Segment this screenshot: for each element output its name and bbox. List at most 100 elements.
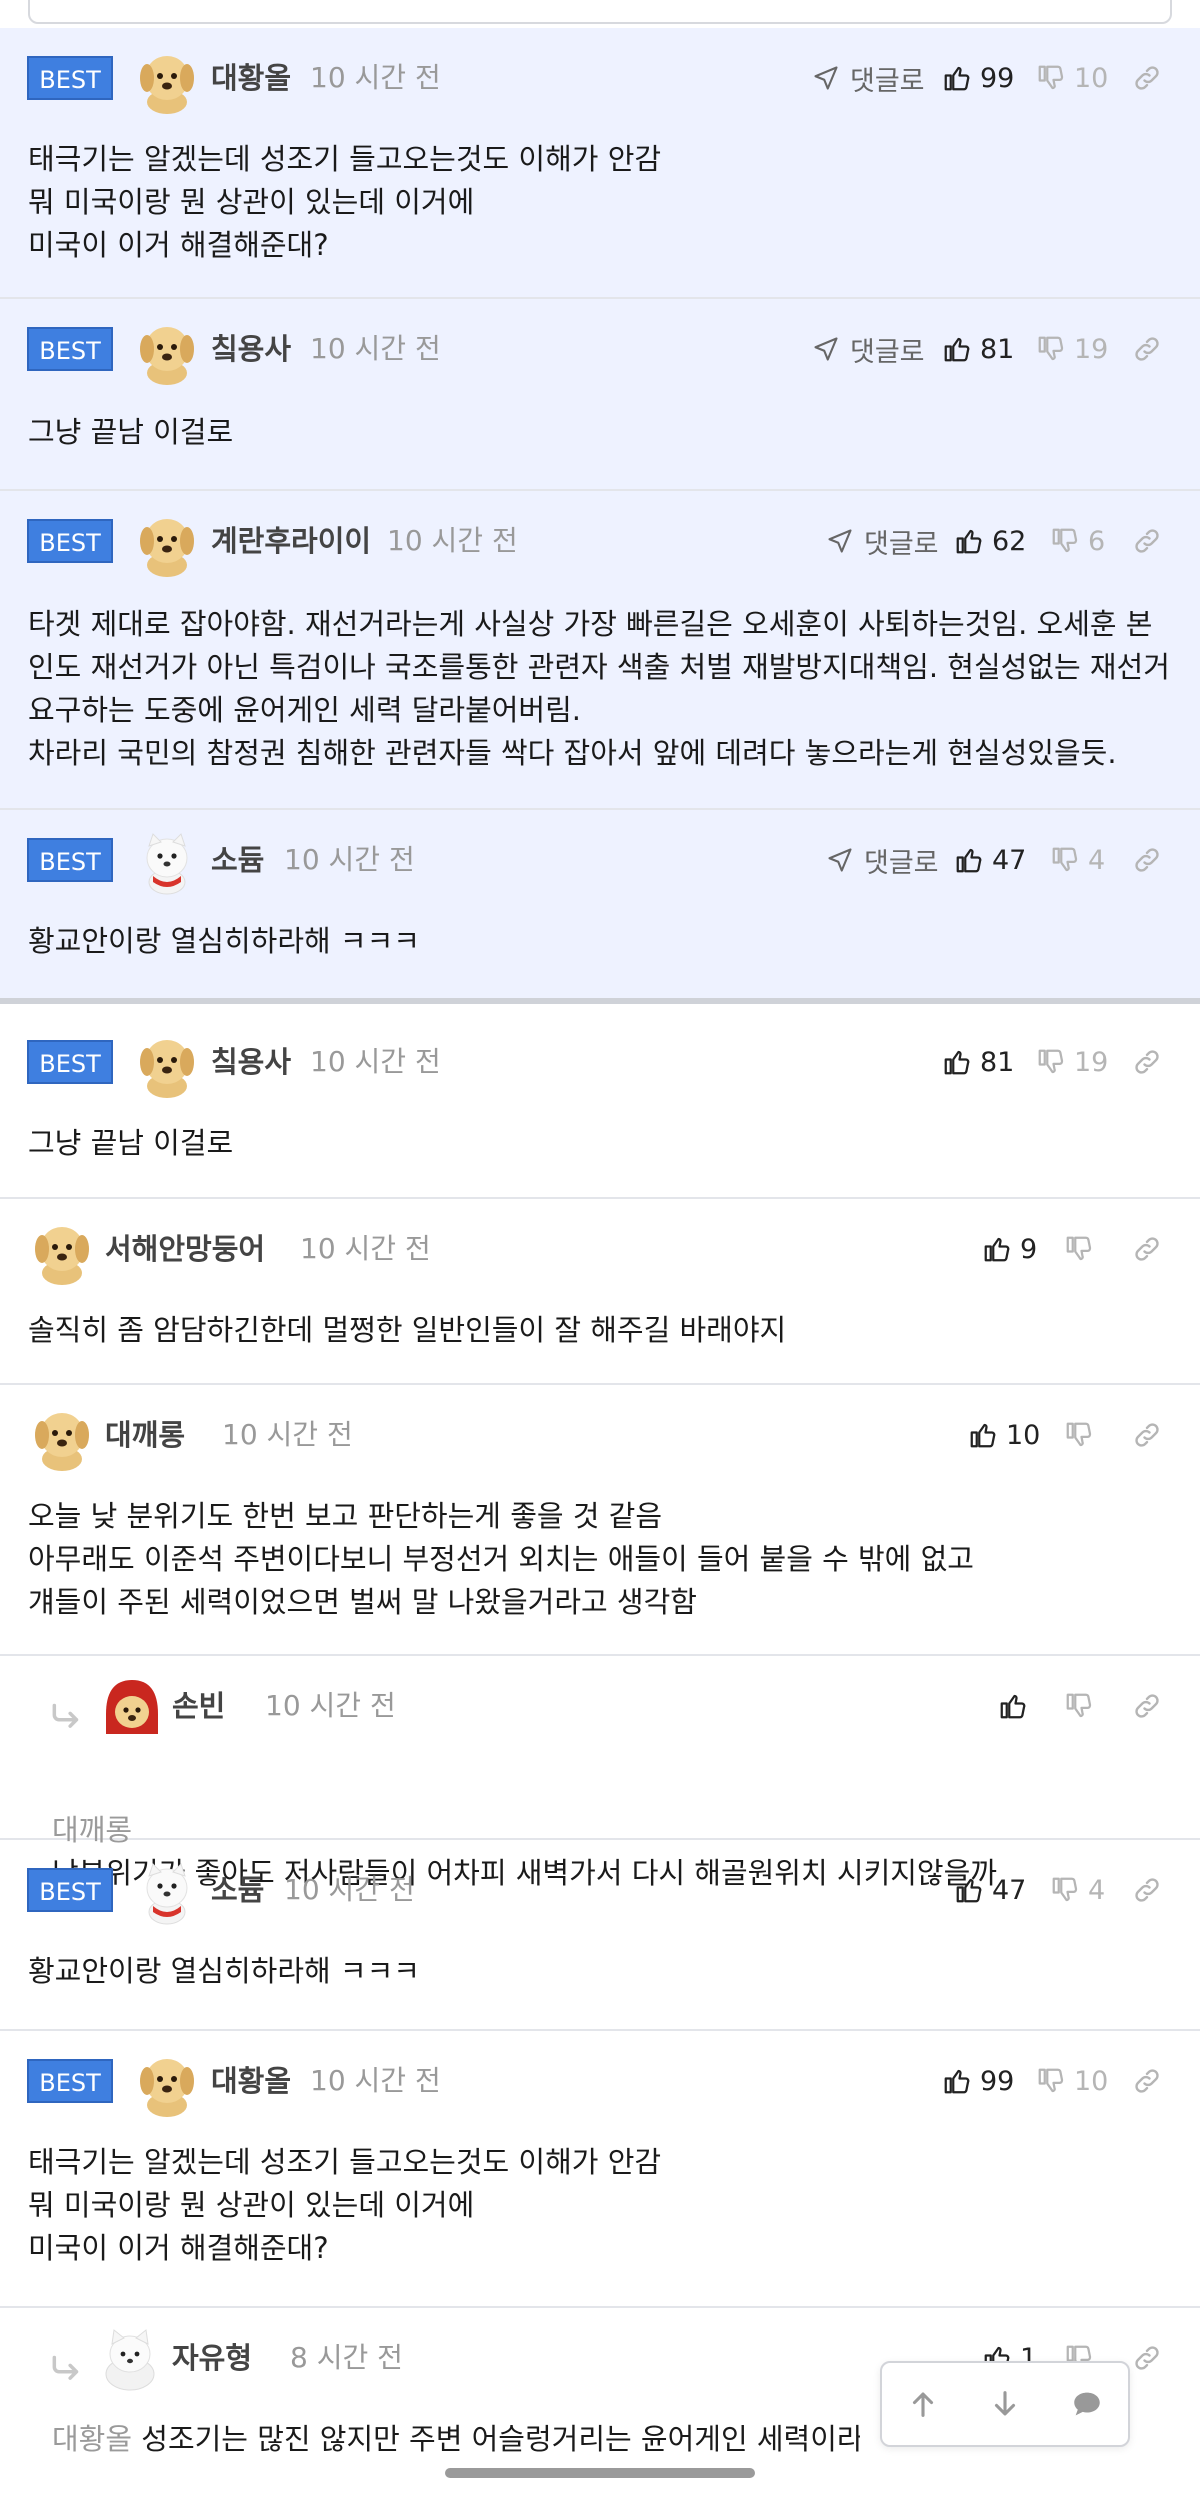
share-link-button[interactable] xyxy=(1132,2061,1162,2101)
thumbs-up-icon xyxy=(998,1691,1028,1721)
nickname[interactable]: 칰용사 xyxy=(211,329,291,369)
like-button[interactable]: 99 xyxy=(942,2061,1014,2101)
nickname[interactable]: 소듐 xyxy=(211,840,264,880)
share-link-button[interactable] xyxy=(1132,1229,1162,1269)
avatar xyxy=(133,2049,201,2117)
comment-header: 서해안망둥어 10 시간 전 9 xyxy=(0,1219,1200,1299)
thumbs-up-icon xyxy=(942,334,972,364)
send-icon xyxy=(812,64,840,92)
thumbs-up-icon xyxy=(942,2066,972,2096)
share-link-button[interactable] xyxy=(1132,1415,1162,1455)
share-link-button[interactable] xyxy=(1132,1870,1162,1910)
reply-to-button[interactable]: 댓글로 xyxy=(826,840,939,880)
dislike-count: 6 xyxy=(1088,525,1106,557)
comment: BEST 대황올 10 시간 전 99 10 태극기는 알겠는데 성조기 들고오… xyxy=(0,2031,1200,2308)
like-button[interactable] xyxy=(998,1686,1036,1726)
comment-input-box[interactable] xyxy=(28,0,1172,24)
dislike-button[interactable]: 4 xyxy=(1050,840,1105,880)
reply-to-button[interactable]: 댓글로 xyxy=(812,329,925,369)
best-badge: BEST xyxy=(27,1040,113,1084)
dislike-button[interactable] xyxy=(1064,1415,1102,1455)
avatar xyxy=(96,2324,164,2392)
reply-to-button[interactable]: 댓글로 xyxy=(826,521,939,561)
best-comment: BEST 칰용사 10 시간 전 댓글로 81 19 그냥 끝남 이걸로 xyxy=(0,299,1200,491)
like-button[interactable]: 81 xyxy=(942,329,1014,369)
like-count: 47 xyxy=(992,1874,1027,1906)
dislike-button[interactable]: 4 xyxy=(1050,1870,1105,1910)
like-button[interactable]: 10 xyxy=(968,1415,1040,1455)
share-link-button[interactable] xyxy=(1132,2338,1162,2378)
avatar xyxy=(28,1403,96,1471)
share-link-button[interactable] xyxy=(1132,521,1162,561)
comment: BEST 소듐 10 시간 전 47 4 황교안이랑 열심히하라해 ㅋㅋㅋ xyxy=(0,1840,1200,2031)
share-link-button[interactable] xyxy=(1132,1042,1162,1082)
comment-header: BEST 소듐 10 시간 전 47 4 xyxy=(0,1860,1200,1940)
like-button[interactable]: 99 xyxy=(942,58,1014,98)
nickname[interactable]: 대황올 xyxy=(211,58,291,98)
thumbs-down-icon xyxy=(1050,845,1080,875)
scroll-down-button[interactable] xyxy=(980,2379,1030,2429)
like-count: 10 xyxy=(1006,1419,1041,1451)
nickname[interactable]: 소듐 xyxy=(211,1870,264,1910)
comment: BEST 칰용사 10 시간 전 81 19 그냥 끝남 이걸로 xyxy=(0,1004,1200,1199)
like-button[interactable]: 9 xyxy=(982,1229,1037,1269)
like-button[interactable]: 47 xyxy=(954,1870,1026,1910)
dislike-count: 4 xyxy=(1088,1874,1106,1906)
reply-target-nick[interactable]: 대황올 xyxy=(52,2422,132,2456)
floating-action-bar xyxy=(880,2361,1130,2447)
comment-header: BEST 칰용사 10 시간 전 81 19 xyxy=(0,1032,1200,1112)
nickname[interactable]: 계란후라이이 xyxy=(211,521,371,561)
thumbs-up-icon xyxy=(942,63,972,93)
avatar xyxy=(133,1858,201,1926)
comment-body: 태극기는 알겠는데 성조기 들고오는것도 이해가 안감 뭐 미국이랑 뭔 상관이… xyxy=(28,142,662,262)
share-link-button[interactable] xyxy=(1132,1686,1162,1726)
speech-bubble-icon xyxy=(1074,2392,1100,2416)
link-icon xyxy=(1132,1047,1162,1077)
dislike-button[interactable] xyxy=(1064,1686,1102,1726)
best-badge: BEST xyxy=(27,838,113,882)
thumbs-up-icon xyxy=(954,845,984,875)
thumbs-up-icon xyxy=(968,1420,998,1450)
thumbs-down-icon xyxy=(1050,526,1080,556)
nickname[interactable]: 칰용사 xyxy=(211,1042,291,1082)
dislike-button[interactable] xyxy=(1064,1229,1102,1269)
like-count: 99 xyxy=(980,2065,1015,2097)
nickname[interactable]: 대깨롱 xyxy=(105,1415,185,1455)
comment-body: 그냥 끝남 이걸로 xyxy=(28,1126,234,1160)
share-link-button[interactable] xyxy=(1132,840,1162,880)
like-button[interactable]: 81 xyxy=(942,1042,1014,1082)
best-badge: BEST xyxy=(27,519,113,563)
thumbs-up-icon xyxy=(954,1875,984,1905)
nickname[interactable]: 손빈 xyxy=(172,1686,225,1726)
thumbs-down-icon xyxy=(1036,334,1066,364)
comment-body: 오늘 낮 분위기도 한번 보고 판단하는게 좋을 것 같음 아무래도 이준석 주… xyxy=(28,1499,974,1619)
timestamp: 10 시간 전 xyxy=(310,332,441,365)
dislike-button[interactable]: 19 xyxy=(1036,1042,1108,1082)
best-badge: BEST xyxy=(27,327,113,371)
comment-body: 대황올 성조기는 많진 않지만 주변 어슬렁거리는 윤어게인 세력이라... xyxy=(52,2418,860,2461)
share-link-button[interactable] xyxy=(1132,329,1162,369)
like-button[interactable]: 62 xyxy=(954,521,1026,561)
dislike-button[interactable]: 6 xyxy=(1050,521,1105,561)
avatar xyxy=(133,1030,201,1098)
dislike-button[interactable]: 10 xyxy=(1036,58,1108,98)
share-link-button[interactable] xyxy=(1132,58,1162,98)
scroll-up-button[interactable] xyxy=(898,2379,948,2429)
nickname[interactable]: 자유형 xyxy=(172,2338,252,2378)
comment-body: 황교안이랑 열심히하라해 ㅋㅋㅋ xyxy=(28,1954,420,1988)
best-comment: BEST 소듐 10 시간 전 댓글로 47 4 황교안이랑 열심히하라해 ㅋㅋ… xyxy=(0,810,1200,998)
reply-to-button[interactable]: 댓글로 xyxy=(812,58,925,98)
dislike-count: 10 xyxy=(1074,62,1109,94)
avatar xyxy=(98,1674,166,1742)
dislike-button[interactable]: 19 xyxy=(1036,329,1108,369)
comment-write-button[interactable] xyxy=(1062,2379,1112,2429)
comment-header: BEST 계란후라이이 10 시간 전 댓글로 62 6 xyxy=(0,511,1200,591)
like-button[interactable]: 47 xyxy=(954,840,1026,880)
dislike-button[interactable]: 10 xyxy=(1036,2061,1108,2101)
arrow-up-icon xyxy=(912,2392,934,2417)
nickname[interactable]: 대황올 xyxy=(211,2061,291,2101)
best-badge: BEST xyxy=(27,1868,113,1912)
comment-body: 황교안이랑 열심히하라해 ㅋㅋㅋ xyxy=(28,924,420,958)
nickname[interactable]: 서해안망둥어 xyxy=(105,1229,265,1269)
timestamp: 10 시간 전 xyxy=(284,843,415,876)
